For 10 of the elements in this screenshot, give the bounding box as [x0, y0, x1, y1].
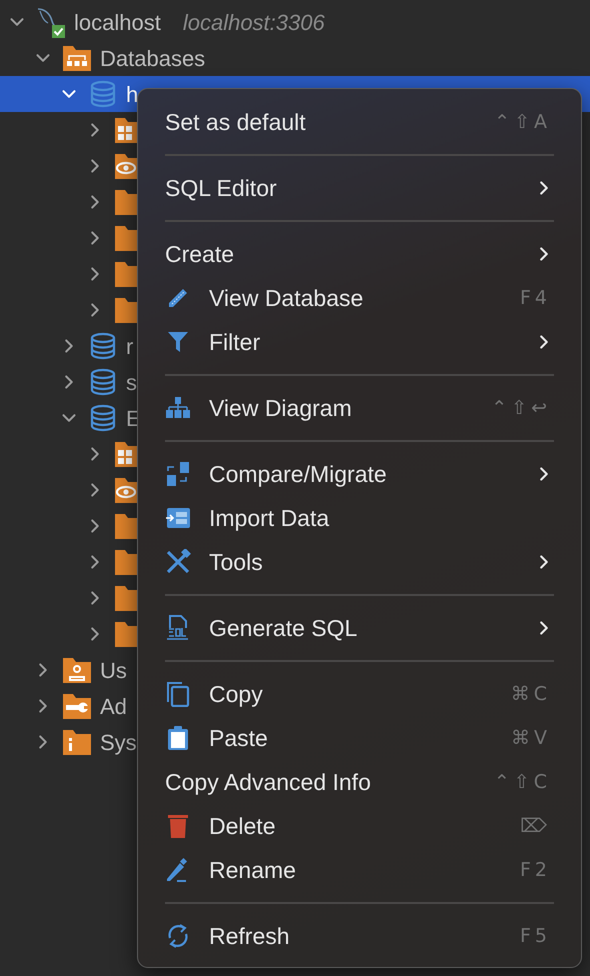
keyboard-shortcut: ⌘V	[511, 726, 551, 751]
keyboard-shortcut: F2	[520, 858, 551, 883]
keyboard-shortcut: ⌃⇧↩	[491, 396, 551, 421]
keyboard-shortcut: F4	[520, 286, 551, 311]
keyboard-shortcut: ⌃⇧A	[494, 110, 551, 135]
keyboard-shortcut: F5	[520, 924, 551, 949]
keyboard-shortcut: ⌦	[520, 814, 551, 839]
connection-address: localhost:3306	[182, 8, 325, 36]
keyboard-shortcut: ⌘C	[510, 682, 551, 707]
keyboard-shortcut: ⌃⇧C	[494, 770, 551, 795]
